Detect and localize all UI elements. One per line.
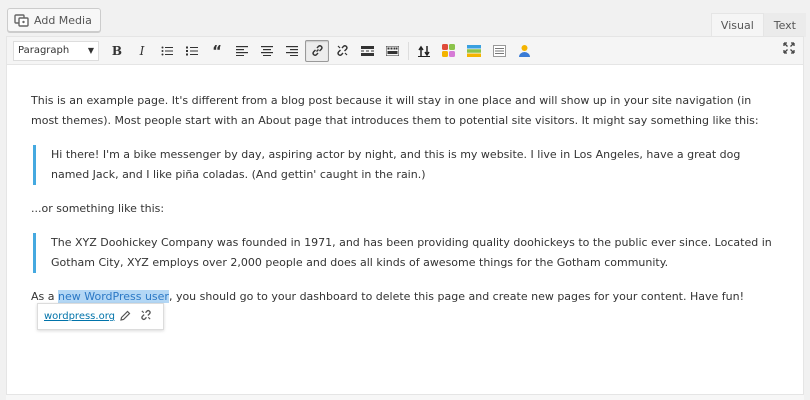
editor-toolbar: Paragraph ▼ B I “ — [7, 37, 803, 65]
arrows-icon — [418, 45, 430, 57]
tab-visual[interactable]: Visual — [710, 13, 764, 37]
media-icon — [14, 13, 30, 27]
kitchen-sink-icon — [385, 45, 399, 56]
status-bar — [6, 394, 804, 400]
editor-screen: Add Media Visual Text Paragraph ▼ B I “ — [0, 0, 810, 400]
bulleted-list-icon — [161, 46, 173, 55]
link-icon — [311, 45, 323, 56]
page-break-button[interactable] — [487, 40, 511, 62]
edit-link-button[interactable] — [115, 310, 136, 324]
layout-button[interactable] — [462, 40, 486, 62]
color-grid-button[interactable] — [437, 40, 461, 62]
toolbar-toggle-button[interactable] — [380, 40, 404, 62]
toolbar-separator — [408, 41, 409, 60]
align-center-icon — [261, 45, 273, 56]
format-select-value: Paragraph — [18, 45, 70, 56]
add-media-label: Add Media — [34, 13, 92, 27]
blockquote-2: The XYZ Doohickey Company was founded in… — [33, 233, 779, 273]
format-select[interactable]: Paragraph ▼ — [13, 40, 99, 61]
color-grid-icon — [442, 43, 455, 57]
unlink-icon — [141, 310, 152, 320]
bulleted-list-button[interactable] — [155, 40, 179, 62]
closing-text-after: , you should go to your dashboard to del… — [168, 290, 744, 303]
read-more-button[interactable] — [355, 40, 379, 62]
paragraph-intro: This is an example page. It's different … — [31, 94, 759, 127]
pencil-icon — [120, 310, 131, 321]
link-url[interactable]: wordpress.org — [44, 311, 115, 322]
blockquote-icon: “ — [212, 41, 222, 60]
blockquote-1: Hi there! I'm a bike messenger by day, a… — [33, 145, 779, 185]
numbered-list-button[interactable] — [180, 40, 204, 62]
insert-after-button[interactable] — [412, 40, 436, 62]
insert-link-button[interactable] — [305, 39, 329, 62]
unlink-button[interactable] — [136, 309, 157, 324]
remove-link-button[interactable] — [330, 40, 354, 62]
fullscreen-button[interactable] — [783, 42, 795, 57]
tab-text[interactable]: Text — [763, 13, 806, 37]
link-tooltip: wordpress.org — [37, 303, 164, 330]
user-icon — [518, 45, 530, 57]
unlink-icon — [336, 45, 348, 56]
editor-content[interactable]: This is an example page. It's different … — [7, 65, 803, 307]
align-left-button[interactable] — [230, 40, 254, 62]
paragraph-or: ...or something like this: — [31, 202, 165, 215]
bold-button[interactable]: B — [105, 40, 129, 62]
closing-text-before: As a — [31, 290, 58, 303]
numbered-list-icon — [186, 46, 198, 55]
align-right-icon — [286, 45, 298, 56]
italic-button[interactable]: I — [130, 40, 154, 62]
chevron-down-icon: ▼ — [87, 46, 94, 55]
align-right-button[interactable] — [280, 40, 304, 62]
align-left-icon — [236, 45, 248, 56]
page-break-icon — [492, 44, 506, 57]
expand-icon — [783, 42, 795, 54]
read-more-icon — [360, 45, 374, 56]
user-button[interactable] — [512, 40, 536, 62]
selected-link-text[interactable]: new WordPress user — [58, 290, 169, 303]
add-media-button[interactable]: Add Media — [7, 8, 101, 32]
visual-editor: Paragraph ▼ B I “ This is an example pag… — [6, 36, 804, 400]
editor-tabs: Visual Text — [710, 13, 806, 37]
align-center-button[interactable] — [255, 40, 279, 62]
blockquote-button[interactable]: “ — [205, 40, 229, 62]
layout-icon — [467, 44, 481, 57]
